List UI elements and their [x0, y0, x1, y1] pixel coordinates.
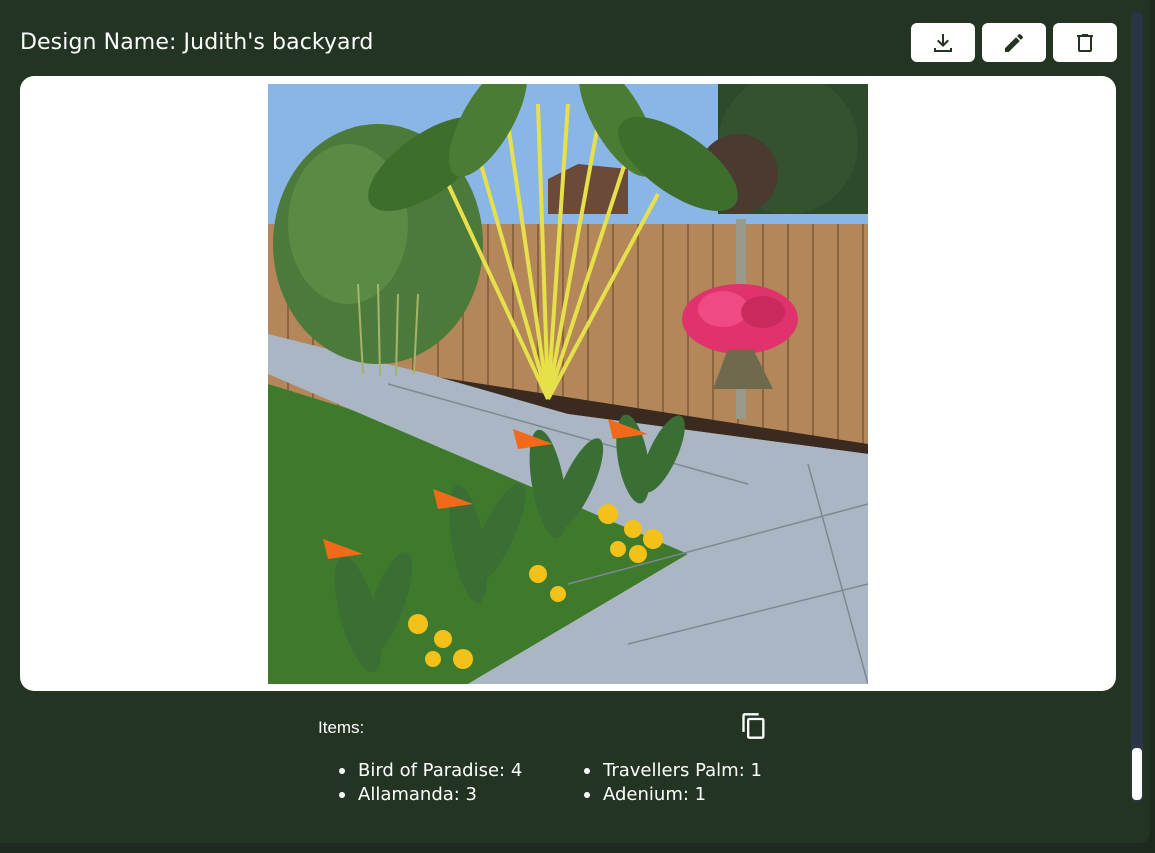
- page-title: Design Name: Judith's backyard: [20, 30, 374, 55]
- list-item: Adenium: 1: [563, 784, 808, 802]
- delete-button[interactable]: [1053, 23, 1117, 62]
- list-item: Bird of Paradise: 4: [318, 760, 563, 782]
- garden-illustration: [268, 84, 868, 684]
- list-item: Allamanda: 3: [318, 784, 563, 802]
- download-icon: [931, 31, 955, 55]
- design-image: [268, 84, 868, 684]
- copy-icon: [740, 712, 768, 744]
- design-image-card: [20, 76, 1116, 691]
- copy-button[interactable]: [739, 713, 769, 743]
- items-list-container: Bird of Paradise: 4 Travellers Palm: 1 A…: [318, 760, 838, 802]
- design-panel: Design Name: Judith's backyard Items: Bi…: [0, 0, 1150, 843]
- pencil-icon: [1002, 31, 1026, 55]
- list-item: Travellers Palm: 1: [563, 760, 808, 782]
- edit-button[interactable]: [982, 23, 1046, 62]
- trash-icon: [1073, 31, 1097, 55]
- download-button[interactable]: [911, 23, 975, 62]
- items-label: Items:: [318, 718, 365, 737]
- items-list: Bird of Paradise: 4 Travellers Palm: 1 A…: [318, 760, 838, 802]
- scrollbar-thumb[interactable]: [1132, 748, 1142, 800]
- scrollbar-track[interactable]: [1131, 12, 1143, 802]
